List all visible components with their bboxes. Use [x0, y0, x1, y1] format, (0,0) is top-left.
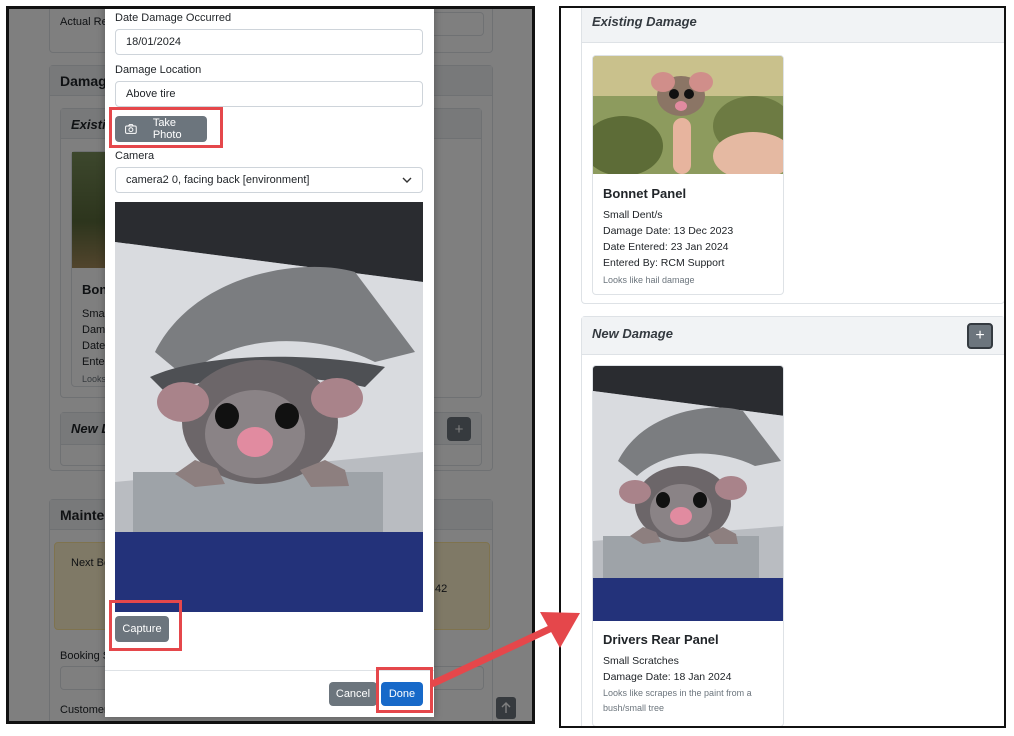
date-label: Date Damage Occurred: [115, 12, 232, 24]
existing-item-entered-by: Entered By: RCM Support: [603, 257, 725, 269]
new-item-title: Drivers Rear Panel: [603, 632, 719, 647]
add-damage-button[interactable]: +: [967, 323, 993, 349]
camera-select[interactable]: camera2 0, facing back [environment]: [115, 167, 423, 193]
right-screenshot-panel: Existing Damage Bonnet Panel Small Dent/…: [559, 6, 1006, 728]
new-damage-section: New Damage + Drivers Rear Panel Small Sc…: [581, 316, 1004, 726]
existing-item-date-entered: Date Entered: 23 Jan 2024: [603, 241, 729, 253]
new-item-damage-date: Damage Date: 18 Jan 2024: [603, 671, 732, 683]
existing-damage-header: Existing Damage: [582, 8, 1004, 43]
existing-item-type: Small Dent/s: [603, 209, 663, 221]
left-screenshot-panel: Actual Re Damage Existi Bon Smal Dama Da…: [6, 6, 535, 724]
capture-highlight: [109, 600, 182, 651]
existing-item-note: Looks like hail damage: [603, 275, 695, 285]
cancel-label: Cancel: [335, 688, 371, 700]
done-highlight: [376, 667, 433, 713]
plus-icon: +: [975, 327, 985, 344]
camera-preview: [115, 202, 423, 612]
take-photo-highlight: [109, 107, 223, 148]
camera-select-value: camera2 0, facing back [environment]: [126, 174, 310, 186]
new-damage-item[interactable]: Drivers Rear Panel Small Scratches Damag…: [592, 365, 784, 726]
date-input[interactable]: 18/01/2024: [115, 29, 423, 55]
location-input[interactable]: Above tire: [115, 81, 423, 107]
new-item-type: Small Scratches: [603, 655, 679, 667]
camera-label: Camera: [115, 150, 155, 162]
possum-photo: [115, 202, 423, 612]
location-label: Damage Location: [115, 64, 202, 76]
new-item-photo: [593, 366, 783, 621]
existing-damage-item[interactable]: Bonnet Panel Small Dent/s Damage Date: 1…: [592, 55, 784, 295]
new-item-note: Looks like scrapes in the paint from a b…: [603, 688, 752, 713]
existing-item-title: Bonnet Panel: [603, 186, 687, 201]
cancel-button[interactable]: Cancel: [329, 682, 377, 706]
existing-item-photo: [593, 56, 783, 174]
existing-item-damage-date: Damage Date: 13 Dec 2023: [603, 225, 734, 237]
new-damage-header: New Damage: [582, 317, 1004, 355]
existing-damage-section: Existing Damage Bonnet Panel Small Dent/…: [581, 8, 1004, 304]
chevron-down-icon: [402, 177, 412, 183]
